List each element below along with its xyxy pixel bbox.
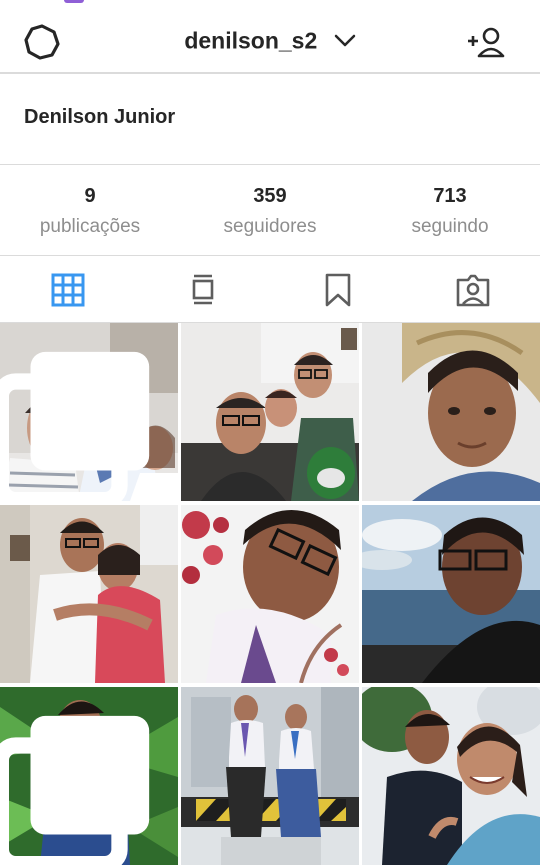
post-thumbnail[interactable]: [0, 323, 178, 501]
multiple-photos-icon: [0, 351, 150, 501]
status-indicator: [64, 0, 84, 3]
username[interactable]: denilson_s2: [184, 27, 317, 53]
tagged-user-icon: [456, 274, 490, 307]
account-switcher[interactable]: denilson_s2: [0, 26, 540, 54]
post-thumbnail[interactable]: [0, 505, 178, 683]
stat-followers[interactable]: 359 seguidores: [180, 184, 360, 242]
chevron-down-icon[interactable]: [334, 34, 356, 48]
grid-icon: [51, 273, 85, 307]
tab-saved[interactable]: [320, 272, 356, 308]
stat-posts-label: publicações: [39, 216, 141, 237]
post-thumbnail[interactable]: [181, 687, 359, 865]
post-thumbnail[interactable]: [362, 505, 540, 683]
post-thumbnail[interactable]: [181, 505, 359, 683]
stat-following-value: 713: [433, 185, 467, 207]
profile-stats: 9 publicações 359 seguidores 713 seguind…: [0, 170, 540, 254]
stat-following[interactable]: 713 seguindo: [360, 184, 540, 242]
tab-feed[interactable]: [185, 272, 221, 308]
stat-posts[interactable]: 9 publicações: [0, 184, 180, 242]
tab-grid[interactable]: [50, 272, 86, 308]
feed-icon: [192, 274, 214, 305]
divider: [0, 164, 540, 165]
stat-followers-label: seguidores: [223, 216, 317, 237]
bookmark-icon: [325, 273, 351, 307]
multiple-photos-icon: [0, 715, 150, 865]
profile-tabs: [0, 256, 540, 322]
tab-tagged[interactable]: [455, 272, 491, 308]
stat-following-label: seguindo: [411, 216, 489, 237]
stat-posts-value: 9: [84, 185, 96, 207]
profile-full-name: Denilson Junior: [24, 106, 176, 128]
post-thumbnail[interactable]: [0, 687, 178, 865]
top-bar: denilson_s2: [0, 0, 540, 74]
post-thumbnail[interactable]: [362, 687, 540, 865]
stat-followers-value: 359: [253, 185, 287, 207]
add-user-icon[interactable]: [466, 24, 506, 60]
post-thumbnail[interactable]: [362, 323, 540, 501]
post-thumbnail[interactable]: [181, 323, 359, 501]
